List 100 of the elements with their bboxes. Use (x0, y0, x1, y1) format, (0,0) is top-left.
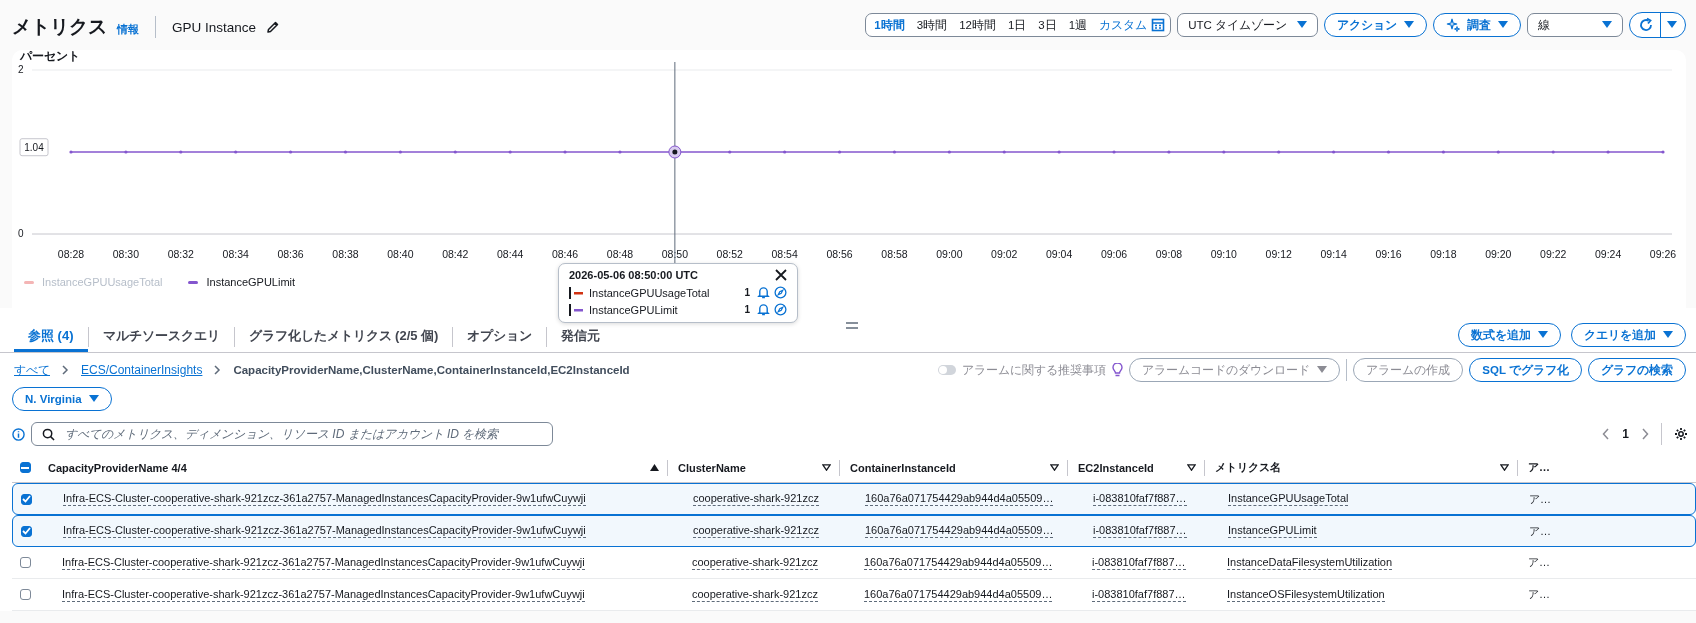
legend-item[interactable]: InstanceGPULimit (188, 276, 296, 288)
tab[interactable]: グラフ化したメトリクス (2/5 個) (234, 322, 453, 352)
x-tick-label: 08:58 (881, 248, 908, 260)
tab[interactable]: マルチソースクエリ (88, 322, 234, 352)
add-query-button[interactable]: クエリを追加 (1571, 323, 1686, 347)
row-checkbox[interactable] (20, 493, 32, 505)
time-range-option[interactable]: 1時間 (868, 17, 911, 33)
table-cell: 160a76a071754429ab944d4a05509… (864, 587, 1053, 602)
chart-type-dropdown[interactable]: 線 (1527, 13, 1623, 37)
pencil-icon[interactable] (266, 20, 281, 34)
column-header[interactable]: EC2InstanceId (1078, 461, 1154, 474)
select-all-checkbox[interactable] (19, 462, 31, 473)
info-icon[interactable] (12, 427, 25, 441)
page-number[interactable]: 1 (1622, 427, 1629, 441)
breadcrumb-link[interactable]: ECS/ContainerInsights (81, 363, 203, 377)
row-checkbox[interactable] (19, 589, 31, 600)
column-header[interactable]: CapacityProviderName 4/4 (48, 461, 187, 474)
tooltip-time: 2026-05-06 08:50:00 UTC (569, 269, 699, 281)
y-axis-label: パーセント (20, 48, 80, 65)
table-cell: cooperative-shark-921zcz (692, 555, 818, 570)
series-name: InstanceGPULimit (589, 303, 679, 316)
x-tick-label: 08:38 (332, 248, 359, 260)
bell-icon[interactable] (757, 286, 770, 299)
time-range-option[interactable]: 3時間 (910, 17, 954, 33)
series-name: InstanceGPUUsageTotal (589, 286, 711, 299)
column-header[interactable]: メトリクス名 (1215, 460, 1281, 475)
time-range-option[interactable]: 1日 (1001, 17, 1033, 33)
table-cell: cooperative-shark-921zcz (692, 587, 818, 602)
sort-icon[interactable] (1500, 464, 1509, 471)
caret-icon (88, 395, 99, 403)
drag-handle-icon[interactable] (846, 322, 858, 329)
x-tick-label: 08:36 (277, 248, 304, 260)
x-tick-label: 09:06 (1100, 248, 1128, 260)
settings-icon[interactable] (1674, 427, 1688, 441)
x-tick-label: 08:56 (826, 248, 853, 260)
toolbar-button[interactable]: グラフの検索 (1588, 358, 1686, 382)
x-tick-label: 09:10 (1210, 248, 1237, 260)
column-header[interactable]: ClusterName (678, 461, 746, 474)
custom-range-button[interactable]: カスタム (1093, 17, 1152, 33)
search-field[interactable]: すべてのメトリクス、ディメンション、リソース ID またはアカウント ID を検索 (31, 422, 553, 446)
actions-button[interactable]: アクション (1324, 13, 1427, 37)
bell-icon[interactable] (757, 303, 770, 316)
lightbulb-icon[interactable] (1112, 363, 1124, 377)
table-cell: i-083810faf7f887… (1092, 555, 1186, 570)
add-math-button[interactable]: 数式を追加 (1458, 323, 1561, 347)
investigate-button[interactable]: 調査 (1433, 13, 1521, 37)
page-title: メトリクス (12, 15, 107, 39)
caret-icon (1404, 21, 1414, 29)
row-checkbox[interactable] (20, 525, 32, 537)
calendar-icon[interactable] (1151, 18, 1166, 32)
chevron-left-icon[interactable] (1602, 428, 1611, 440)
column-header[interactable]: ア… (1528, 460, 1550, 475)
sort-icon[interactable] (822, 464, 831, 471)
breadcrumb-link[interactable]: すべて (14, 361, 50, 379)
x-tick-label: 08:32 (167, 248, 194, 260)
sort-icon[interactable] (1187, 464, 1196, 471)
compass-icon[interactable] (774, 303, 787, 316)
time-range-option[interactable]: 1週 (1062, 17, 1094, 33)
breadcrumb-current: CapacityProviderName,ClusterName,ContainerInstanceId,EC2InstanceId (233, 364, 630, 376)
x-tick-label: 09:26 (1649, 248, 1677, 260)
x-tick-label: 08:42 (442, 248, 469, 260)
table-row[interactable]: Infra-ECS-Cluster-cooperative-shark-921zcz-361a2757-ManagedInstancesCapacityProvider-9w1ufwCuywji cooperative-shark-921zcz 160a76a071754429ab944d4a05509… i-083810faf7f887… InstanceGPULimit ア… (12, 515, 1696, 547)
table-cell: Infra-ECS-Cluster-cooperative-shark-921zcz-361a2757-ManagedInstancesCapacityProvider-9w1ufwCuywji (62, 555, 585, 570)
x-tick-label: 08:44 (497, 248, 524, 260)
x-tick-label: 09:12 (1265, 248, 1292, 260)
x-tick-label: 09:18 (1430, 248, 1457, 260)
sort-icon[interactable] (1050, 464, 1059, 471)
x-tick-label: 09:04 (1046, 248, 1073, 260)
toggle-switch[interactable] (938, 365, 957, 375)
column-header[interactable]: ContainerInstanceId (850, 461, 956, 474)
table-cell: 160a76a071754429ab944d4a05509… (864, 555, 1053, 570)
tab[interactable]: 発信元 (547, 322, 615, 352)
tab[interactable]: オプション (453, 322, 547, 352)
compass-icon[interactable] (774, 286, 787, 299)
check-icon (21, 527, 31, 535)
table-cell: i-083810faf7f887… (1093, 492, 1187, 506)
table-row[interactable]: Infra-ECS-Cluster-cooperative-shark-921zcz-361a2757-ManagedInstancesCapacityProvider-9w1ufwCuywji cooperative-shark-921zcz 160a76a071754429ab944d4a05509… i-083810faf7f887… InstanceGPUUsageTotal ア… (12, 483, 1696, 515)
chevron-right-icon[interactable] (1641, 428, 1649, 440)
caret-icon (1317, 366, 1328, 374)
caret-icon[interactable] (1667, 21, 1677, 29)
x-tick-label: 08:28 (57, 248, 85, 260)
time-range-option[interactable]: 12時間 (953, 17, 1002, 33)
close-icon[interactable] (775, 269, 787, 281)
row-checkbox[interactable] (19, 557, 31, 568)
x-tick-label: 08:52 (716, 248, 743, 260)
x-tick-label: 08:40 (387, 248, 414, 260)
refresh-icon[interactable] (1638, 17, 1654, 33)
region-dropdown[interactable]: N. Virginia (12, 387, 112, 411)
y-tick-label: 2 (18, 64, 24, 75)
sort-ascending-icon[interactable] (650, 464, 659, 471)
toolbar-button[interactable]: SQL でグラフ化 (1469, 358, 1582, 382)
x-tick-label: 09:08 (1155, 248, 1183, 260)
chevron-right-icon (214, 365, 222, 375)
x-tick-label: 08:50 (661, 248, 688, 260)
timezone-dropdown[interactable]: UTC タイムゾーン (1177, 13, 1318, 37)
table-cell: cooperative-shark-921zcz (693, 492, 819, 506)
time-range-option[interactable]: 3日 (1032, 17, 1063, 33)
info-link[interactable]: 情報 (117, 17, 139, 37)
series-value: 1 (744, 304, 750, 315)
x-tick-label: 08:54 (771, 248, 798, 260)
